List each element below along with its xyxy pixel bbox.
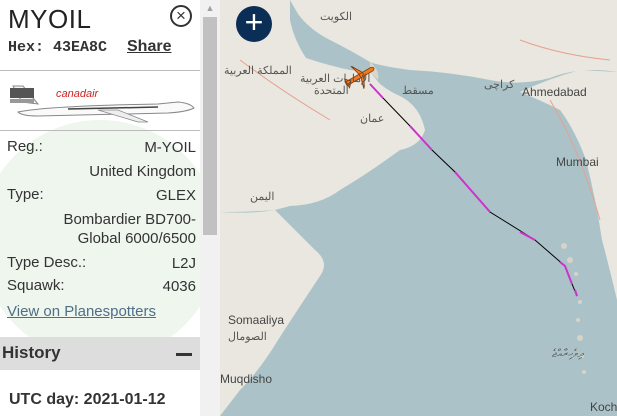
map-view[interactable]: + الكويت المملكة العربية الإمارات العربي… [220,0,617,416]
map-label: اليمن [250,191,275,203]
map-label: ދިވެހިރާއްޖެ [552,348,584,360]
callsign-title: MYOIL [8,4,92,34]
map-label: Muqdisho [220,372,273,386]
minus-icon[interactable] [176,353,192,356]
plus-icon[interactable]: + [236,6,272,42]
hex-code: Hex: 43EA8C [8,39,108,56]
squawk-value: 4036 [162,278,196,295]
divider [0,130,200,131]
map-label: عمان [360,113,385,125]
map-label: Ahmedabad [522,85,587,99]
map-label: مسقط [402,85,434,97]
type-desc-value: L2J [171,255,196,272]
scroll-thumb[interactable] [203,17,217,235]
history-header[interactable]: History [0,337,200,370]
planespotters-link[interactable]: View on Planespotters [7,303,156,320]
airline-logo-text: canadair [56,88,99,100]
aircraft-info-panel: MYOIL × Hex: 43EA8C Share canadair Reg.:… [0,0,200,416]
divider [0,70,200,71]
share-link[interactable]: Share [127,38,171,56]
close-icon[interactable]: × [170,5,192,27]
type-value: GLEX [155,187,196,204]
country-value: United Kingdom [89,163,196,180]
utc-day: UTC day: 2021-01-12 [9,391,166,408]
scroll-up-icon[interactable]: ▲ [200,0,220,16]
history-title: History [2,343,61,362]
reg-value: M-YOIL [144,139,196,156]
panel-scrollbar[interactable]: ▲ [200,0,220,416]
map-label: المتحدة [314,85,349,97]
map-label: الكويت [320,11,353,23]
map-label: كراچی [484,79,515,91]
map-label: الصومال [228,331,267,343]
map-label: Kochi [590,400,617,414]
map-label: Somaaliya [228,313,285,327]
map-label: المملكة العربية [224,65,292,77]
aircraft-photo[interactable]: canadair [8,80,198,126]
type-name-value: Bombardier BD700-Global 6000/6500 [63,211,196,247]
map-label: Mumbai [556,155,599,169]
